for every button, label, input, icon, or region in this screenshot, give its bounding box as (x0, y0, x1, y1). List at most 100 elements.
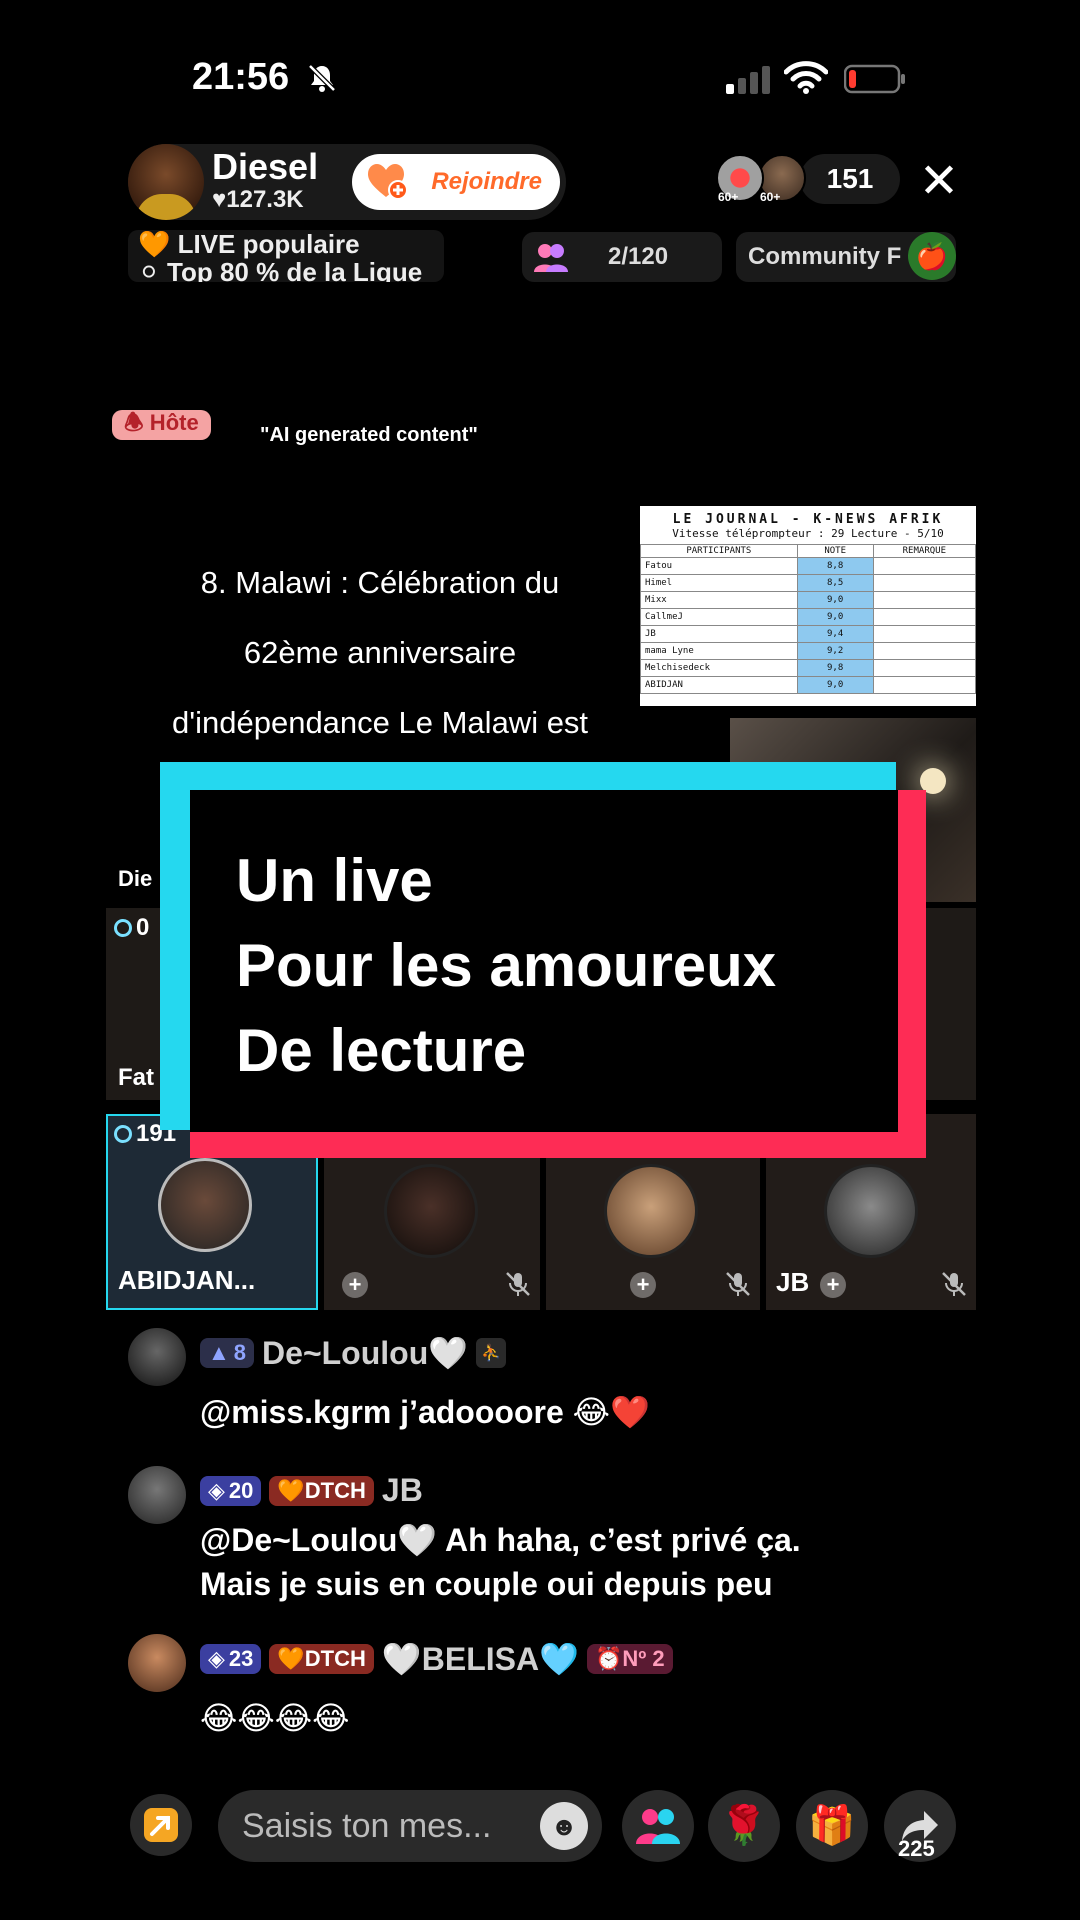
host-likes: ♥127.3K (212, 186, 304, 213)
popular-badge[interactable]: 🧡 LIVE populaire ⚪ Top 80 % de la Ligue (128, 230, 444, 282)
commenter-name[interactable]: 🤍BELISA🩵 (382, 1640, 579, 1678)
bell-off-icon (308, 64, 336, 92)
rose-gift-button[interactable]: 🌹 (708, 1790, 780, 1862)
close-button[interactable]: ✕ (912, 154, 966, 208)
level-value: 20 (228, 1477, 254, 1503)
comment-text: @De~Loulou🤍 Ah haha, c’est privé ça. (200, 1522, 801, 1558)
teleprompter-line: 8. Malawi : Célébration du (200, 565, 560, 600)
participant-note: 9,8 (796, 659, 874, 677)
mic-off-icon (506, 1272, 530, 1296)
share-count: 225 (898, 1836, 935, 1861)
comment-header: ◈ 23 🧡DTCH 🤍BELISA🩵 ⏰ Nº 2 (200, 1640, 673, 1678)
banner-line: De lecture (236, 1017, 527, 1084)
commenter-avatar[interactable] (128, 1466, 186, 1524)
plus-icon[interactable]: + (820, 1272, 846, 1298)
participant-name: JB (640, 625, 798, 643)
viewer-badge: 60+ (718, 190, 739, 204)
journal-header: PARTICIPANTS (640, 544, 798, 558)
level-badge: ▲ 8 (200, 1338, 255, 1368)
mic-off-icon (942, 1272, 966, 1296)
guest-avatar (384, 1164, 478, 1258)
participant-note: 8,8 (796, 557, 874, 575)
popular-line: 🧡 LIVE populaire (138, 230, 360, 259)
level-badge: ◈ 23 (200, 1644, 262, 1674)
participant-name: mama Lyne (640, 642, 798, 660)
participant-name: Mixx (640, 591, 798, 609)
teleprompter-line: d'indépendance Le Malawi est (171, 705, 589, 740)
participant-name: Fatou (640, 557, 798, 575)
viewer-avatar[interactable]: 60+ (758, 154, 806, 204)
comment-text: Mais je suis en couple oui depuis peu (200, 1566, 773, 1602)
teleprompter-line: 62ème anniversaire (243, 635, 517, 670)
teleprompter-text: 8. Malawi : Célébration du 62ème anniver… (120, 548, 640, 758)
journal-subtitle: Vitesse téléprompteur : 29 Lecture - 5/1… (672, 527, 944, 540)
participant-name: Himel (640, 574, 798, 592)
host-tile-label: Die (118, 866, 153, 891)
viewer-badge: 60+ (760, 190, 781, 204)
league-rank-line: ⚪ Top 80 % de la Ligue (138, 257, 423, 282)
commenter-avatar[interactable] (128, 1328, 186, 1386)
multi-guest-button[interactable] (622, 1790, 694, 1862)
commenter-name[interactable]: JB (382, 1472, 423, 1509)
journal-table: PARTICIPANTS NOTE REMARQUE Fatou 8,8 Hime… (640, 544, 976, 694)
guests-icon (534, 244, 568, 272)
share-live-button[interactable] (130, 1794, 192, 1856)
guest-avatar (604, 1164, 698, 1258)
commenter-name[interactable]: De~Loulou🤍 (262, 1334, 468, 1372)
community-icon: 🍎 (908, 232, 956, 280)
banner-line: Un live (236, 847, 433, 914)
participant-name: Melchisedeck (640, 659, 798, 677)
journal-title: LE JOURNAL - K-NEWS AFRIK (672, 512, 944, 527)
participant-name: CallmeJ (640, 608, 798, 626)
emoji-icon[interactable]: ☻ (540, 1802, 588, 1850)
guest-avatar (158, 1158, 252, 1252)
comment-text: 😂😂😂😂 (200, 1700, 350, 1736)
participant-note: 8,5 (796, 574, 874, 592)
host-name[interactable]: Diesel (212, 146, 318, 188)
chat-comment[interactable]: ▲ 8 De~Loulou🤍 ⛹ @miss.kgrm j’adoooore 😂… (128, 1328, 948, 1438)
community-label: Community F (748, 243, 902, 270)
participant-note: 9,4 (796, 625, 874, 643)
gift-button[interactable]: 🎁 (796, 1790, 868, 1862)
guests-icon (636, 1809, 680, 1844)
host-avatar[interactable] (128, 144, 204, 220)
participant-note: 9,0 (796, 608, 874, 626)
participant-note: 9,0 (796, 591, 874, 609)
rank-badge: ⏰ Nº 2 (586, 1644, 673, 1674)
journal-header: NOTE (796, 544, 874, 558)
viewer-count[interactable]: 151 (800, 154, 900, 204)
guest-tile-name: Fat (118, 1064, 154, 1091)
guests-pill[interactable]: 2/120 (522, 232, 722, 282)
status-time: 21:56 (192, 56, 290, 98)
journal-header: REMARQUE (872, 544, 976, 558)
fan-club-badge: 🧡DTCH (269, 1644, 374, 1674)
level-badge: ◈ 20 (200, 1475, 262, 1506)
heart-plus-icon (368, 164, 408, 200)
plus-icon[interactable]: + (630, 1272, 656, 1298)
chat-comment[interactable]: ◈ 20 🧡DTCH JB @De~Loulou🤍 Ah haha, c’est … (128, 1466, 948, 1616)
participant-note: 9,2 (796, 642, 874, 660)
journal-scoreboard: LE JOURNAL - K-NEWS AFRIK Vitesse télépr… (640, 506, 976, 706)
cell-signal-icon (726, 66, 770, 94)
plus-icon[interactable]: + (342, 1272, 368, 1298)
host-badge: 🕭 Hôte (112, 410, 211, 440)
join-label: Rejoindre (431, 168, 542, 195)
chat-comment[interactable]: ◈ 23 🧡DTCH 🤍BELISA🩵 ⏰ Nº 2 😂😂😂😂 (128, 1634, 948, 1744)
rank-value: Nº 2 (622, 1646, 665, 1671)
promo-banner-text: Un live Pour les amoureux De lecture (236, 838, 776, 1093)
commenter-avatar[interactable] (128, 1634, 186, 1692)
comment-text: @miss.kgrm j’adoooore 😂❤️ (200, 1394, 650, 1430)
banner-line: Pour les amoureux (236, 932, 777, 999)
guest-avatar (824, 1164, 918, 1258)
viewer-avatar[interactable]: 60+ (716, 154, 764, 204)
guest-tile-name: ABIDJAN... (118, 1265, 256, 1295)
battery-low-icon (844, 64, 905, 94)
participant-name: ABIDJAN (640, 676, 798, 694)
level-value: 23 (228, 1646, 254, 1671)
level-value: 8 (233, 1340, 247, 1365)
guests-count: 2/120 (608, 243, 669, 270)
comment-header: ◈ 20 🧡DTCH JB (200, 1472, 423, 1509)
fan-club-badge: 🧡DTCH (269, 1475, 374, 1506)
comment-input-placeholder: Saisis ton mes... (242, 1806, 492, 1845)
tile-score: 0 (114, 914, 149, 942)
